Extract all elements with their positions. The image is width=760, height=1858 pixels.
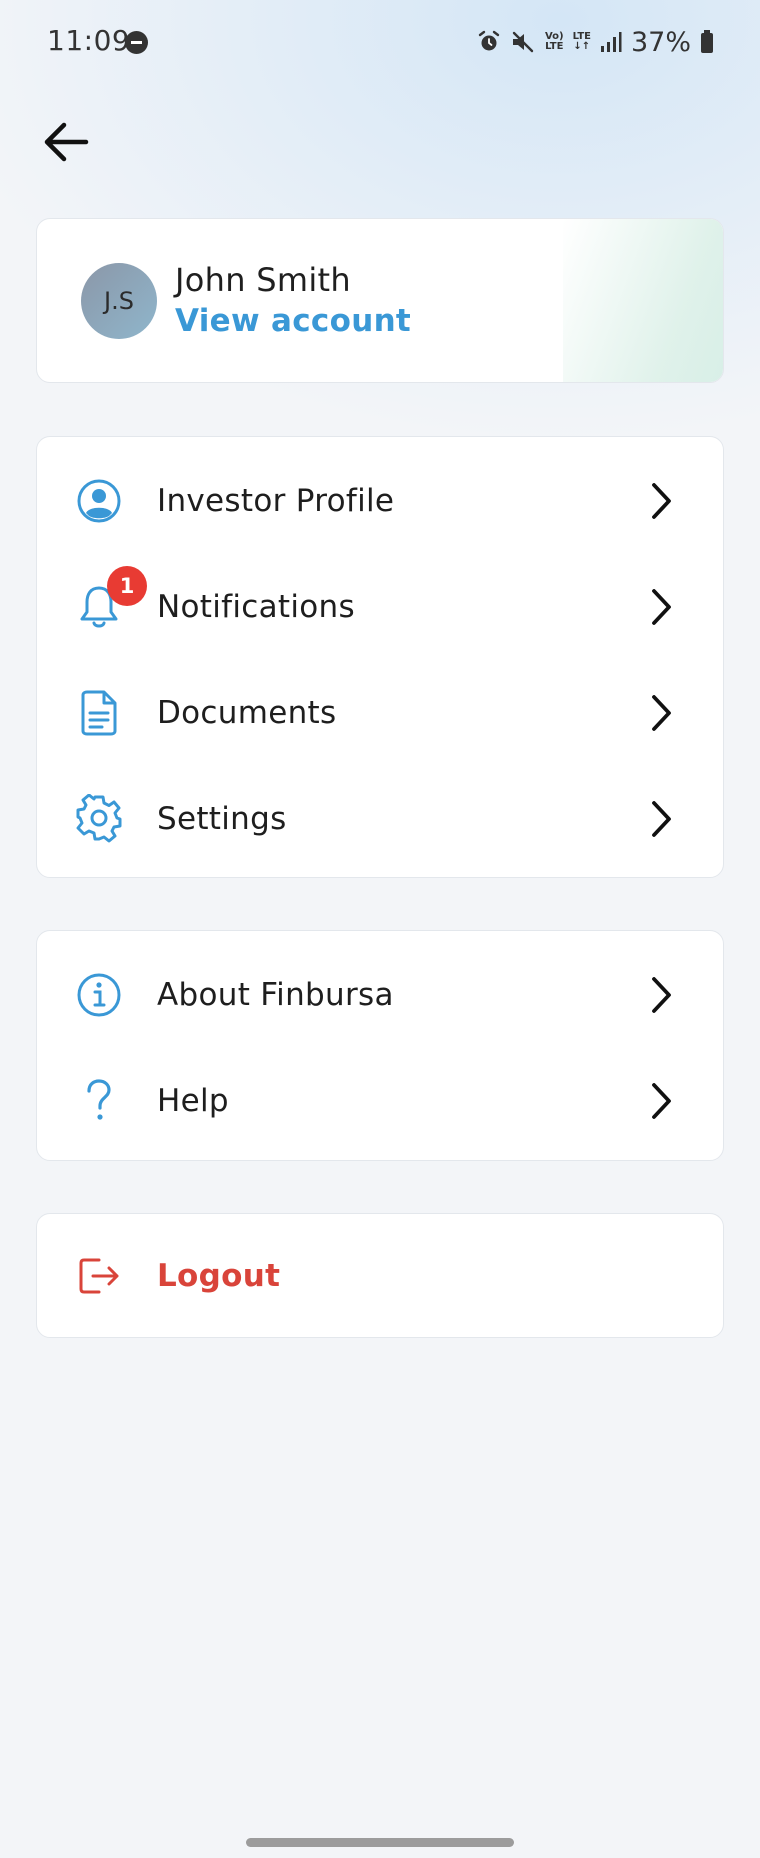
menu-item-label: Help xyxy=(157,1083,229,1119)
menu-item-label: Investor Profile xyxy=(157,483,395,519)
home-indicator[interactable] xyxy=(246,1838,514,1847)
gear-icon xyxy=(71,791,127,847)
signal-icon xyxy=(600,32,622,52)
back-button[interactable] xyxy=(40,116,92,168)
logout-card: Logout xyxy=(36,1213,724,1338)
menu-item-label: Notifications xyxy=(157,589,355,625)
menu-item-label: About Finbursa xyxy=(157,977,394,1013)
status-bar: 11:09 Vo) LTE LTE ↓↑ 37% xyxy=(0,0,760,84)
chevron-right-icon xyxy=(647,1081,677,1121)
arrow-left-icon xyxy=(44,122,89,162)
status-time: 11:09 xyxy=(47,24,131,57)
menu-item-help[interactable]: Help xyxy=(37,1048,723,1154)
menu-item-label: Settings xyxy=(157,801,287,837)
user-name: John Smith xyxy=(175,261,351,299)
info-icon xyxy=(71,967,127,1023)
battery-percent: 37% xyxy=(630,26,691,58)
chevron-right-icon xyxy=(647,481,677,521)
user-circle-icon xyxy=(71,473,127,529)
menu-item-about[interactable]: About Finbursa xyxy=(37,942,723,1048)
menu-group-info: About Finbursa Help xyxy=(36,930,724,1161)
logout-label: Logout xyxy=(157,1258,281,1294)
avatar: J.S xyxy=(81,263,157,339)
view-account-link[interactable]: View account xyxy=(175,303,411,339)
mute-icon xyxy=(512,31,534,53)
notification-badge: 1 xyxy=(107,566,147,606)
menu-item-investor-profile[interactable]: Investor Profile xyxy=(37,448,723,554)
lte-data-icon: LTE ↓↑ xyxy=(572,31,591,52)
menu-item-documents[interactable]: Documents xyxy=(37,660,723,766)
chevron-right-icon xyxy=(647,975,677,1015)
chevron-right-icon xyxy=(647,693,677,733)
chevron-right-icon xyxy=(647,799,677,839)
volte-icon: Vo) LTE xyxy=(544,31,564,52)
logout-icon xyxy=(71,1248,127,1304)
document-icon xyxy=(71,685,127,741)
status-icons: Vo) LTE LTE ↓↑ 37% xyxy=(477,26,714,58)
menu-item-notifications[interactable]: 1 Notifications xyxy=(37,554,723,660)
battery-icon xyxy=(701,30,713,53)
question-icon xyxy=(71,1073,127,1129)
chevron-right-icon xyxy=(647,587,677,627)
profile-card[interactable]: J.S John Smith View account xyxy=(36,218,724,383)
menu-group-main: Investor Profile 1 Notifications Documen… xyxy=(36,436,724,878)
menu-item-settings[interactable]: Settings xyxy=(37,766,723,872)
logout-button[interactable]: Logout xyxy=(37,1223,723,1329)
alarm-icon xyxy=(478,30,500,51)
do-not-disturb-icon xyxy=(125,31,148,54)
menu-item-label: Documents xyxy=(157,695,337,731)
